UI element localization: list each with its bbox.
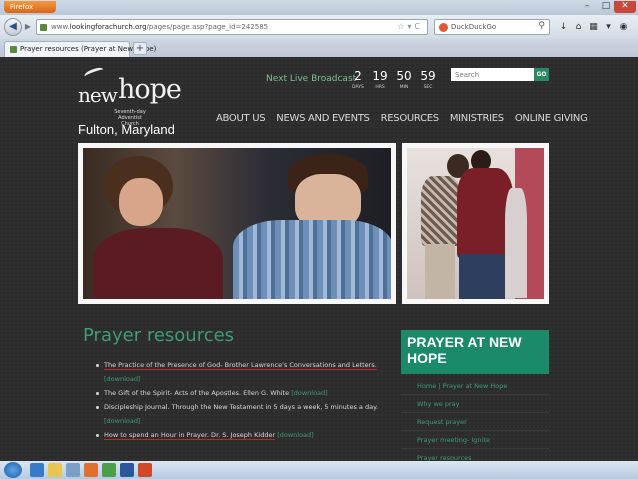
search-go-button[interactable]: GO [534, 68, 549, 81]
main-navigation: ABOUT US NEWS AND EVENTS RESOURCES MINISTRI… [216, 113, 599, 127]
home-icon[interactable]: ⌂ [571, 19, 586, 35]
download-icon[interactable]: ↓ [556, 19, 571, 35]
list-item: How to spend an Hour in Prayer. Dr. S. J… [96, 428, 386, 442]
tab-prayer-resources[interactable]: Prayer resources (Prayer at New Hope) [4, 41, 156, 57]
window-titlebar: Firefox – □ ✕ [0, 0, 638, 15]
forward-arrow-icon[interactable]: ▶ [22, 21, 34, 33]
sidebar-item-prayer-resources[interactable]: Prayer resources [401, 449, 549, 461]
countdown-minutes: 50 MIN [396, 69, 412, 90]
nav-resources[interactable]: RESOURCES [381, 113, 440, 124]
nav-online-giving[interactable]: ONLINE GIVING [515, 113, 588, 124]
webpage: new hope Seventh-day Adventist Church Fu… [0, 57, 638, 461]
leaf-icon [83, 65, 105, 81]
sidebar-item-request-prayer[interactable]: Request prayer [401, 413, 549, 431]
download-link[interactable]: [download] [277, 431, 314, 439]
tab-favicon-icon [10, 46, 17, 53]
sidebar-menu: Home | Prayer at New Hope Why we pray Re… [401, 377, 549, 461]
countdown-hours: 19 HRS [372, 69, 388, 90]
resource-list: The Practice of the Presence of God- Bro… [96, 358, 386, 442]
list-item: The Practice of the Presence of God- Bro… [96, 358, 386, 386]
site-search-input[interactable] [451, 68, 534, 81]
countdown-days: 2 DAYS [352, 69, 364, 90]
new-tab-button[interactable]: + [133, 42, 147, 55]
photo-shape [93, 228, 223, 299]
resource-text: The Gift of the Spirit- Acts of the Apos… [104, 389, 290, 397]
addon-icon[interactable]: ▦ [586, 19, 601, 35]
resource-link[interactable]: How to spend an Hour in Prayer. Dr. S. J… [104, 431, 276, 440]
resource-text: Discipleship Journal. Through the New Te… [104, 403, 379, 411]
next-broadcast-link[interactable]: Next Live Broadcast [266, 74, 356, 84]
download-link[interactable]: [download] [104, 417, 141, 425]
sidebar-item-prayer-meeting[interactable]: Prayer meeting- Ignite [401, 431, 549, 449]
church-location: Fulton, Maryland [78, 122, 175, 137]
nav-about-us[interactable]: ABOUT US [216, 113, 266, 124]
photo-shape [425, 244, 455, 299]
photo-shape [459, 254, 505, 299]
site-favicon-icon [40, 24, 47, 31]
url-bar[interactable]: www.lookingforachurch.org/pages/page.asp… [36, 19, 428, 35]
photo-shape [505, 188, 527, 298]
tab-strip: Prayer resources (Prayer at New Hope) + [0, 39, 638, 57]
photo-shape [119, 178, 163, 226]
sidebar-item-home[interactable]: Home | Prayer at New Hope [401, 377, 549, 395]
photo-shape [421, 176, 461, 246]
extension-icon[interactable]: ◉ [616, 19, 631, 35]
windows-taskbar [0, 461, 638, 479]
nav-ministries[interactable]: MINISTRIES [450, 113, 504, 124]
powerpoint-icon[interactable] [138, 463, 152, 477]
search-engine-box[interactable]: DuckDuckGo ⚲ [434, 19, 550, 35]
firefox-icon[interactable] [84, 463, 98, 477]
firefox-menu-button[interactable]: Firefox [4, 1, 56, 13]
duckduckgo-icon [439, 23, 448, 32]
back-arrow-icon[interactable]: ◀ [4, 18, 22, 36]
url-text: www.lookingforachurch.org/pages/page.asp… [51, 23, 269, 31]
sidebar-heading: PRAYER AT NEW HOPE [401, 330, 549, 374]
praying-couple-photo [78, 143, 396, 304]
nav-news-and-events[interactable]: NEWS AND EVENTS [276, 113, 370, 124]
logo-hope-text: hope [118, 74, 182, 105]
logo-new-text: new [78, 83, 118, 107]
search-icon[interactable]: ⚲ [538, 21, 545, 31]
navigation-toolbar: ◀ ▶ www.lookingforachurch.org/pages/page… [0, 15, 638, 39]
download-link[interactable]: [download] [291, 389, 328, 397]
ie-icon[interactable] [30, 463, 44, 477]
close-icon[interactable]: ✕ [614, 1, 636, 13]
list-item: The Gift of the Spirit- Acts of the Apos… [96, 386, 386, 400]
page-title: Prayer resources [83, 325, 235, 346]
bookmark-star-icon[interactable]: ☆▾C [397, 22, 423, 31]
explorer-icon[interactable] [48, 463, 62, 477]
word-icon[interactable] [120, 463, 134, 477]
toolbar-icons: ↓ ⌂ ▦ ▾ ◉ [556, 19, 636, 35]
app-icon[interactable] [102, 463, 116, 477]
media-icon[interactable] [66, 463, 80, 477]
start-button-icon[interactable] [4, 462, 22, 478]
list-item: Discipleship Journal. Through the New Te… [96, 400, 386, 428]
resource-link[interactable]: The Practice of the Presence of God- Bro… [104, 361, 377, 370]
search-engine-label: DuckDuckGo [451, 23, 497, 31]
photo-shape [233, 220, 391, 299]
group-prayer-photo [402, 143, 549, 304]
menu-icon[interactable]: ▾ [601, 19, 616, 35]
sidebar-item-why-we-pray[interactable]: Why we pray [401, 395, 549, 413]
download-link[interactable]: [download] [104, 375, 141, 383]
countdown-seconds: 59 SEC [420, 69, 436, 90]
